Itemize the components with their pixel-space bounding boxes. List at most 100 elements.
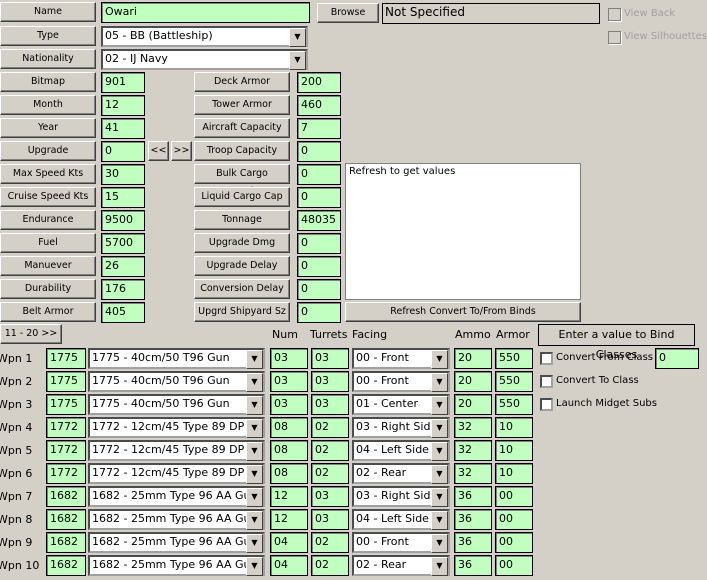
weapon-armor-input[interactable]: 00 — [495, 486, 533, 507]
weapon-facing-select[interactable]: 02 - Rear ▼ — [352, 463, 450, 484]
field-input[interactable]: 7 — [297, 118, 341, 139]
weapon-facing-select[interactable]: 00 - Front ▼ — [352, 348, 450, 369]
weapon-code-input[interactable]: 1682 — [46, 555, 86, 576]
weapon-armor-input[interactable]: 10 — [495, 417, 533, 438]
chevron-down-icon[interactable]: ▼ — [431, 465, 448, 484]
weapon-num-input[interactable]: 08 — [270, 463, 308, 484]
weapon-ammo-input[interactable]: 36 — [454, 555, 492, 576]
weapon-num-input[interactable]: 08 — [270, 440, 308, 461]
type-select[interactable]: 05 - BB (Battleship) ▼ — [101, 26, 308, 47]
field-label-button[interactable]: Upgrade Dmg — [194, 233, 290, 253]
field-input[interactable]: 15 — [101, 187, 145, 208]
weapon-facing-select[interactable]: 03 - Right Side ▼ — [352, 486, 450, 507]
chevron-down-icon[interactable]: ▼ — [431, 534, 448, 553]
chevron-down-icon[interactable]: ▼ — [246, 488, 263, 507]
launch-midget-subs-checkbox[interactable] — [540, 398, 553, 411]
weapon-num-input[interactable]: 04 — [270, 555, 308, 576]
weapon-armor-input[interactable]: 00 — [495, 509, 533, 530]
chevron-down-icon[interactable]: ▼ — [431, 488, 448, 507]
field-label-button[interactable]: Tower Armor — [194, 95, 290, 115]
browse-button[interactable]: Browse — [317, 3, 379, 23]
weapon-select[interactable]: 1772 - 12cm/45 Type 89 DP ▼ — [88, 417, 265, 438]
weapon-select[interactable]: 1682 - 25mm Type 96 AA Gun ▼ — [88, 555, 265, 576]
field-label-button[interactable]: Conversion Delay — [194, 279, 290, 299]
chevron-down-icon[interactable]: ▼ — [246, 396, 263, 415]
weapon-code-input[interactable]: 1775 — [46, 371, 86, 392]
field-label-button[interactable]: Bitmap — [0, 72, 96, 92]
chevron-down-icon[interactable]: ▼ — [246, 419, 263, 438]
field-label-button[interactable]: Deck Armor — [194, 72, 290, 92]
chevron-down-icon[interactable]: ▼ — [246, 557, 263, 576]
weapon-turrets-input[interactable]: 03 — [311, 371, 349, 392]
weapon-armor-input[interactable]: 10 — [495, 440, 533, 461]
chevron-down-icon[interactable]: ▼ — [289, 28, 306, 47]
upgrade-next-button[interactable]: >> — [171, 141, 192, 161]
weapon-select[interactable]: 1772 - 12cm/45 Type 89 DP ▼ — [88, 440, 265, 461]
weapon-ammo-input[interactable]: 36 — [454, 486, 492, 507]
field-input[interactable]: 5700 — [101, 233, 145, 254]
weapon-facing-select[interactable]: 03 - Right Side ▼ — [352, 417, 450, 438]
weapon-num-input[interactable]: 04 — [270, 532, 308, 553]
chevron-down-icon[interactable]: ▼ — [431, 350, 448, 369]
chevron-down-icon[interactable]: ▼ — [246, 442, 263, 461]
weapon-ammo-input[interactable]: 32 — [454, 440, 492, 461]
field-input[interactable]: 0 — [297, 256, 341, 277]
weapon-select[interactable]: 1775 - 40cm/50 T96 Gun ▼ — [88, 371, 265, 392]
weapon-select[interactable]: 1682 - 25mm Type 96 AA Gun ▼ — [88, 532, 265, 553]
nationality-select[interactable]: 02 - IJ Navy ▼ — [101, 49, 308, 70]
weapon-ammo-input[interactable]: 36 — [454, 532, 492, 553]
field-label-button[interactable]: Upgrd Shipyard Sz — [194, 302, 290, 322]
field-label-button[interactable]: Endurance — [0, 210, 96, 230]
weapon-code-input[interactable]: 1682 — [46, 486, 86, 507]
field-label-button[interactable]: Troop Capacity — [194, 141, 290, 161]
field-input[interactable]: 405 — [101, 302, 145, 323]
chevron-down-icon[interactable]: ▼ — [246, 534, 263, 553]
convert-from-checkbox[interactable] — [540, 352, 553, 365]
chevron-down-icon[interactable]: ▼ — [246, 350, 263, 369]
chevron-down-icon[interactable]: ▼ — [289, 51, 306, 70]
chevron-down-icon[interactable]: ▼ — [246, 465, 263, 484]
chevron-down-icon[interactable]: ▼ — [431, 419, 448, 438]
convert-to-checkbox[interactable] — [540, 375, 553, 388]
field-input[interactable]: 0 — [101, 141, 145, 162]
weapon-ammo-input[interactable]: 20 — [454, 394, 492, 415]
field-label-button[interactable]: Fuel — [0, 233, 96, 253]
weapon-armor-input[interactable]: 10 — [495, 463, 533, 484]
field-input[interactable]: 12 — [101, 95, 145, 116]
weapon-num-input[interactable]: 12 — [270, 486, 308, 507]
weapon-select[interactable]: 1682 - 25mm Type 96 AA Gun ▼ — [88, 509, 265, 530]
field-input[interactable]: 0 — [297, 279, 341, 300]
field-label-button[interactable]: Cruise Speed Kts — [0, 187, 96, 207]
chevron-down-icon[interactable]: ▼ — [246, 373, 263, 392]
refresh-binds-button[interactable]: Refresh Convert To/From Binds — [345, 302, 581, 322]
field-input[interactable]: 41 — [101, 118, 145, 139]
weapon-armor-input[interactable]: 00 — [495, 532, 533, 553]
field-input[interactable]: 9500 — [101, 210, 145, 231]
field-input[interactable]: 26 — [101, 256, 145, 277]
field-input[interactable]: 0 — [297, 187, 341, 208]
weapon-num-input[interactable]: 03 — [270, 394, 308, 415]
weapon-facing-select[interactable]: 01 - Center ▼ — [352, 394, 450, 415]
field-input[interactable]: 0 — [297, 302, 341, 323]
field-label-button[interactable]: Aircraft Capacity — [194, 118, 290, 138]
weapon-armor-input[interactable]: 550 — [495, 348, 533, 369]
field-input[interactable]: 48035 — [297, 210, 341, 231]
field-input[interactable]: 0 — [297, 141, 341, 162]
weapon-code-input[interactable]: 1775 — [46, 394, 86, 415]
weapon-facing-select[interactable]: 00 - Front ▼ — [352, 371, 450, 392]
weapon-code-input[interactable]: 1772 — [46, 417, 86, 438]
field-label-button[interactable]: Belt Armor — [0, 302, 96, 322]
weapon-turrets-input[interactable]: 02 — [311, 440, 349, 461]
chevron-down-icon[interactable]: ▼ — [431, 373, 448, 392]
weapon-turrets-input[interactable]: 02 — [311, 555, 349, 576]
field-input[interactable]: 200 — [297, 72, 341, 93]
convert-from-input[interactable]: 0 — [655, 348, 699, 369]
field-label-button[interactable]: Tonnage — [194, 210, 290, 230]
field-input[interactable]: 460 — [297, 95, 341, 116]
weapon-ammo-input[interactable]: 32 — [454, 417, 492, 438]
name-label-button[interactable]: Name — [0, 2, 96, 22]
weapon-armor-input[interactable]: 550 — [495, 371, 533, 392]
nationality-label-button[interactable]: Nationality — [0, 49, 96, 69]
field-label-button[interactable]: Bulk Cargo Capacity — [194, 164, 290, 197]
weapon-turrets-input[interactable]: 03 — [311, 486, 349, 507]
